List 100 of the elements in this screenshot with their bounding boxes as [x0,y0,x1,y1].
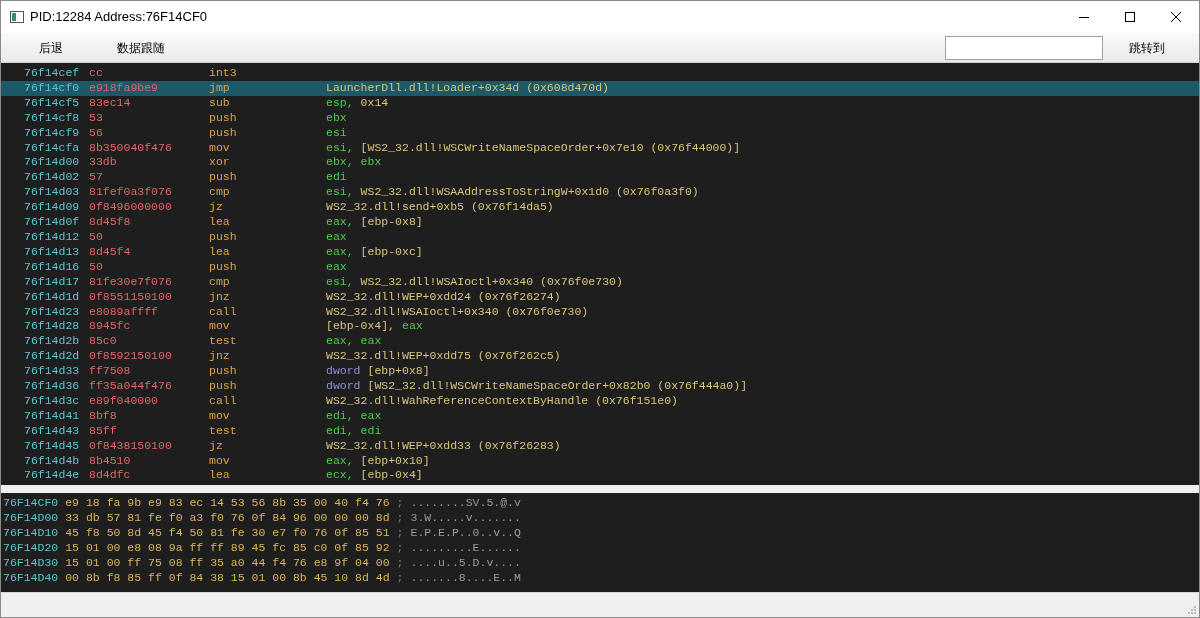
mnemonic-text: push [209,170,238,186]
ascii-text: .........E...... [410,540,521,556]
bytes-text: 8b4510 [89,453,132,469]
mnemonic-text: push [209,364,238,380]
toolbar-button[interactable]: 数据跟随 [105,35,177,60]
operand-text: eax, [326,244,354,260]
operand-text: [ebp-0xc] [360,244,423,260]
splitter-handle[interactable] [1,485,1199,493]
bytes-text: 0f8496000000 [89,200,173,216]
disassembly-row[interactable]: 76f14d45 0f8438150100 jz WS2_32.dll!WEP+0xdd33 (0x76f26283) [1,438,1199,454]
bytes-text: 8d45f4 [89,244,132,260]
operand-text: WS2_32.dll!WEP+0xdd24 (0x76f26274) [326,289,561,305]
hex-address-text: 76F14D40 [3,570,59,586]
toolbar-button[interactable]: 后退 [27,35,75,60]
disassembly-row[interactable]: 76f14d16 50 push eax [1,259,1199,275]
disassembly-row[interactable]: 76f14d0f 8d45f8 lea eax, [ebp-0x8] [1,215,1199,230]
bytes-text: 50 [89,259,104,275]
bytes-text: 56 [89,125,104,141]
operand-text: esi, [326,140,354,156]
disassembly-row[interactable]: 76f14d2b 85c0 test eax, eax [1,334,1199,350]
address-text: 76f14d4e [24,468,81,484]
address-text: 76f14d16 [24,259,81,275]
hex-bytes-text: 33 db 57 81 fe f0 a3 f0 76 0f 84 96 00 00 00 8d [65,510,390,526]
address-text: 76f14cef [24,66,81,81]
bytes-text: e89f040000 [89,393,159,409]
separator-text: ; [396,540,404,556]
disassembly-row[interactable]: 76f14d33 ff7508 push dword [ebp+0x8] [1,364,1199,380]
address-text: 76f14cf9 [24,125,81,141]
hex-address-text: 76F14D20 [3,540,59,556]
disassembly-row[interactable]: 76f14cf5 83ec14 sub esp, 0x14 [1,95,1199,111]
bytes-text: e918fa9be9 [89,80,159,96]
bytes-text: 8945fc [89,319,132,335]
bytes-text: 0f8592150100 [89,349,173,365]
disassembly-row[interactable]: 76f14d17 81fe30e7f076 cmp esi, WS2_32.dll!WSAIoctl+0x340 (0x76f0e730) [1,274,1199,290]
mnemonic-text: mov [209,319,231,335]
disassembly-row[interactable]: 76f14d00 33db xor ebx, ebx [1,155,1199,171]
address-text: 76f14d2b [24,334,81,350]
bytes-text: 33db [89,155,118,171]
operand-text: [ebp-0x8] [360,215,423,230]
operand-text: WS2_32.dll!WahReferenceContextByHandle (0x76f151e0) [326,393,678,409]
bytes-text: 81fe30e7f076 [89,274,173,290]
operand-text: [ebp-0x4] [360,468,423,484]
operand-text: WS2_32.dll!send+0xb5 (0x76f14da5) [326,200,554,216]
disassembly-row[interactable]: 76f14d23 e8089affff call WS2_32.dll!WSAIoctl+0x340 (0x76f0e730) [1,304,1199,320]
operand-text: WS2_32.dll!WSAIoctl+0x340 (0x76f0e730) [326,304,589,320]
operand-text: dword [326,364,361,380]
operand-text: eax, [326,215,354,230]
disassembly-row[interactable]: 76f14d3c e89f040000 call WS2_32.dll!WahReferenceContextByHandle (0x76f151e0) [1,393,1199,409]
mnemonic-text: call [209,393,238,409]
close-icon [1171,12,1181,22]
address-text: 76f14d28 [24,319,81,335]
disassembly-row[interactable]: 76f14d02 57 push edi [1,170,1199,186]
address-text: 76f14d2d [24,349,81,365]
address-text: 76f14d09 [24,200,81,216]
mnemonic-text: cmp [209,185,231,201]
operand-text: eax, [326,453,354,469]
operand-text: [WS2_32.dll!WSCWriteNameSpaceOrder+0x7e10 (0x76f44000)] [360,140,741,156]
disassembly-row[interactable]: 76f14d2d 0f8592150100 jnz WS2_32.dll!WEP+0xdd75 (0x76f262c5) [1,349,1199,365]
operand-text: eax [360,408,382,424]
jump-button[interactable]: 跳转到 [1117,35,1177,60]
mnemonic-text: call [209,304,238,320]
disassembly-row[interactable]: 76f14d12 50 push eax [1,229,1199,245]
ascii-text: E.P.E.P..0..v..Q [410,525,521,541]
mnemonic-text: push [209,229,238,245]
address-text: 76f14d33 [24,364,81,380]
disassembly-row[interactable]: 76f14d03 81fef0a3f076 cmp esi, WS2_32.dll!WSAAddressToStringW+0x1d0 (0x76f0a3f0) [1,185,1199,201]
bytes-text: 57 [89,170,104,186]
operand-text: edi, [326,408,354,424]
disassembly-row[interactable]: 76f14cef cc int3 [1,66,1199,81]
jump-address-field[interactable] [945,35,1103,60]
disassembly-row[interactable]: 76f14cf0 e918fa9be9 jmp LauncherDll.dll!Loader+0x34d (0x608d470d) [1,80,1199,96]
operand-text: WS2_32.dll!WSAAddressToStringW+0x1d0 (0x76f0a3f0) [360,185,699,201]
bytes-text: 85c0 [89,334,118,350]
disassembly-row[interactable]: 76f14d13 8d45f4 lea eax, [ebp-0xc] [1,244,1199,260]
disassembly-row[interactable]: 76f14d1d 0f8551150100 jnz WS2_32.dll!WEP+0xdd24 (0x76f26274) [1,289,1199,305]
hex-address-text: 76F14D10 [3,525,59,541]
disassembly-row[interactable]: 76f14cfa 8b350040f476 mov esi, [WS2_32.dll!WSCWriteNameSpaceOrder+0x7e10 (0x76f44000)] [1,140,1199,156]
operand-text: edi, [326,423,354,439]
operand-text: 0x14 [360,95,389,111]
disassembly-row[interactable]: 76f14cf8 53 push ebx [1,110,1199,126]
mnemonic-text: mov [209,453,231,469]
bytes-text: ff35a044f476 [89,379,173,394]
disassembly-row[interactable]: 76f14d28 8945fc mov [ebp-0x4], eax [1,319,1199,335]
disassembly-row[interactable]: 76f14d36 ff35a044f476 push dword [WS2_32.dll!WSCWriteNameSpaceOrder+0x82b0 (0x76f444a0)] [1,379,1199,394]
operand-text: eax [402,319,423,335]
disassembly-row[interactable]: 76f14d09 0f8496000000 jz WS2_32.dll!send+0xb5 (0x76f14da5) [1,200,1199,216]
operand-text: [WS2_32.dll!WSCWriteNameSpaceOrder+0x82b0 (0x76f444a0)] [367,379,748,394]
mnemonic-text: sub [209,95,231,111]
operand-text: [ebp+0x10] [360,453,430,469]
operand-text: eax [360,334,382,350]
disassembly-row[interactable]: 76f14d43 85ff test edi, edi [1,423,1199,439]
disassembly-row[interactable]: 76f14d4b 8b4510 mov eax, [ebp+0x10] [1,453,1199,469]
address-text: 76f14d45 [24,438,81,454]
maximize-icon [1125,12,1135,22]
disassembly-row[interactable]: 76f14d4e 8d4dfc lea ecx, [ebp-0x4] [1,468,1199,484]
address-text: 76f14d36 [24,379,81,394]
operand-text: esp, [326,95,354,111]
disassembly-row[interactable]: 76f14d41 8bf8 mov edi, eax [1,408,1199,424]
bytes-text: 8b350040f476 [89,140,173,156]
disassembly-row[interactable]: 76f14cf9 56 push esi [1,125,1199,141]
